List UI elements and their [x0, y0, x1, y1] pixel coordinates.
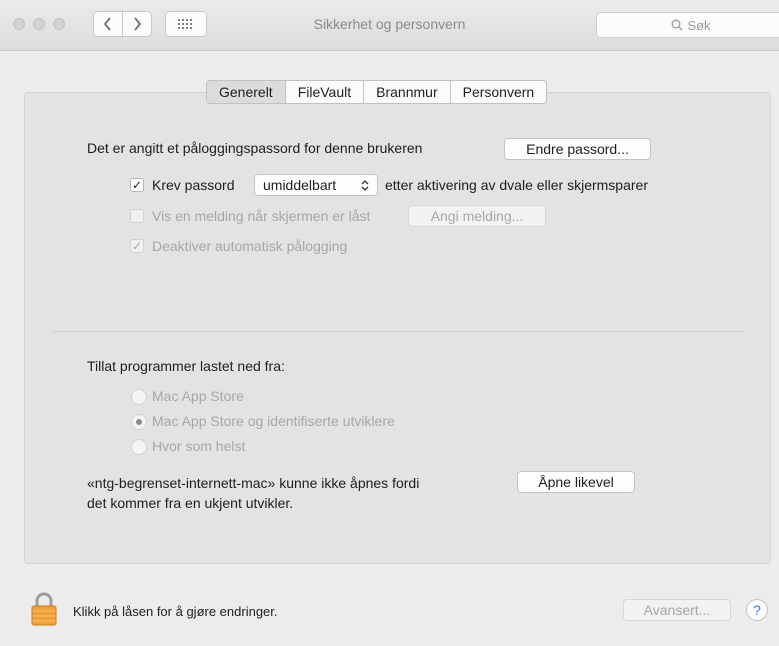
updown-chevron-icon	[361, 179, 369, 191]
window-titlebar: Sikkerhet og personvern Søk	[0, 0, 779, 51]
checkmark-icon: ✓	[131, 178, 143, 192]
blocked-app-message-line1: «ntg-begrenset-internett-mac» kunne ikke…	[87, 475, 420, 491]
radio-anywhere-label: Hvor som helst	[152, 438, 246, 454]
require-password-suffix: etter aktivering av dvale eller skjermsp…	[385, 177, 648, 193]
tab-personvern[interactable]: Personvern	[449, 81, 547, 103]
radio-mac-app-store-label: Mac App Store	[152, 388, 244, 404]
show-message-label: Vis en melding når skjermen er låst	[152, 208, 371, 224]
tab-generelt[interactable]: Generelt	[207, 81, 285, 103]
open-anyway-button[interactable]: Åpne likevel	[517, 471, 635, 493]
allow-apps-heading: Tillat programmer lastet ned fra:	[87, 358, 285, 374]
set-message-button-label: Angi melding...	[430, 208, 524, 224]
show-message-checkbox[interactable]	[130, 209, 144, 223]
require-password-checkbox[interactable]: ✓	[130, 178, 144, 192]
search-placeholder: Søk	[687, 17, 711, 33]
radio-identified-developers-label: Mac App Store og identifiserte utviklere	[152, 413, 395, 429]
search-icon	[671, 19, 683, 31]
advanced-button-label: Avansert...	[643, 602, 711, 618]
tab-filevault[interactable]: FileVault	[284, 81, 363, 103]
disable-auto-login-checkbox[interactable]: ✓	[130, 239, 144, 253]
radio-identified-developers[interactable]	[131, 414, 147, 430]
radio-selected-dot	[136, 419, 142, 425]
radio-anywhere[interactable]	[131, 439, 147, 455]
require-password-label: Krev passord	[152, 177, 235, 193]
checkmark-icon: ✓	[131, 239, 143, 253]
set-message-button[interactable]: Angi melding...	[408, 205, 546, 227]
section-divider	[52, 331, 744, 332]
lock-instruction-text: Klikk på låsen for å gjøre endringer.	[73, 604, 278, 619]
lock-icon[interactable]	[30, 592, 58, 626]
help-icon: ?	[753, 602, 761, 618]
require-password-select-value: umiddelbart	[263, 177, 337, 193]
password-status-text: Det er angitt et påloggingspassord for d…	[87, 140, 423, 156]
tab-brannmur[interactable]: Brannmur	[363, 81, 449, 103]
change-password-button[interactable]: Endre passord...	[504, 138, 651, 160]
advanced-button[interactable]: Avansert...	[623, 599, 731, 621]
disable-auto-login-label: Deaktiver automatisk pålogging	[152, 238, 348, 254]
require-password-select[interactable]: umiddelbart	[254, 174, 378, 196]
content-panel	[24, 92, 771, 564]
tab-bar: Generelt FileVault Brannmur Personvern	[206, 80, 548, 104]
blocked-app-message-line2: det kommer fra en ukjent utvikler.	[87, 495, 294, 511]
help-button[interactable]: ?	[746, 599, 768, 621]
radio-mac-app-store[interactable]	[131, 389, 147, 405]
search-field[interactable]: Søk	[596, 12, 779, 38]
